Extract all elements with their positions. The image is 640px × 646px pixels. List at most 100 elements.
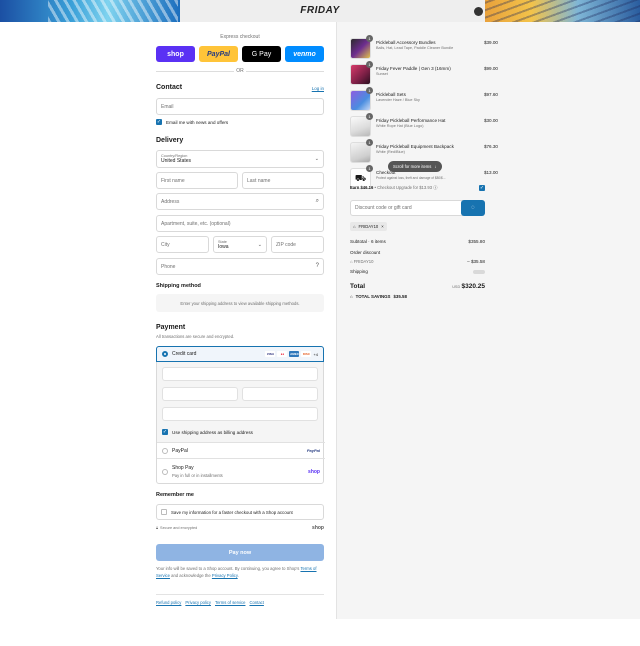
security-code-field[interactable] xyxy=(242,387,318,401)
terms-of-service-footer-link[interactable]: Terms of service xyxy=(215,600,245,605)
upgrade-checkbox[interactable]: ✓ xyxy=(479,185,485,191)
express-checkout-label: Express checkout xyxy=(220,34,260,40)
applied-code: FRIDAY10 xyxy=(353,259,374,264)
order-summary: 1 Pickleball Accessory Bundles Balls, Ha… xyxy=(336,22,640,619)
save-info-option[interactable]: Save my information for a faster checkou… xyxy=(156,504,324,520)
expiry-field[interactable] xyxy=(162,387,238,401)
total-row: Total USD $320.25 xyxy=(350,283,485,290)
shop-pay-radio[interactable] xyxy=(162,468,168,475)
shop-pay-button[interactable]: shop xyxy=(156,46,195,62)
shop-pay-label: Shop Pay xyxy=(172,465,194,471)
phone-field[interactable]: Phone ? xyxy=(156,258,324,275)
savings-value: $35.58 xyxy=(393,294,407,299)
order-discount-label: Order discount xyxy=(350,250,381,255)
save-info-label: Save my information for a faster checkou… xyxy=(171,509,293,515)
credit-card-radio[interactable] xyxy=(162,351,168,357)
first-name-placeholder: First name xyxy=(161,177,185,184)
item-name: Pickleball Accessory Bundles xyxy=(376,40,436,45)
news-checkbox[interactable]: ✓ xyxy=(156,119,162,125)
apply-discount-button[interactable]: ◌ xyxy=(461,200,485,216)
express-buttons: shop PayPal G Pay venmo xyxy=(156,46,324,62)
chevron-down-icon: ⌄ xyxy=(314,156,319,162)
shipping-note: Enter your shipping address to view avai… xyxy=(180,300,300,306)
item-price: $99.00 xyxy=(483,66,498,71)
paypal-button[interactable]: PayPal xyxy=(199,46,238,62)
shipping-label: Shipping xyxy=(350,269,368,274)
last-name-field[interactable]: Last name xyxy=(242,172,324,189)
discount-placeholder: Discount code or gift card xyxy=(355,205,412,211)
scroll-for-more-button[interactable]: Scroll for more items ↓ xyxy=(388,161,442,172)
shop-logo: shop xyxy=(312,525,324,531)
or-divider: OR xyxy=(156,68,324,75)
refund-policy-link[interactable]: Refund policy xyxy=(156,600,181,605)
paypal-radio[interactable] xyxy=(162,447,168,454)
item-variant: Sunset xyxy=(376,72,388,76)
save-info-checkbox[interactable] xyxy=(161,509,167,515)
earn-amount: Earn $46.16 xyxy=(350,185,374,190)
address-field[interactable]: Address ⌕ xyxy=(156,193,324,210)
pay-now-label: Pay now xyxy=(228,549,252,556)
currency-label: USD xyxy=(452,285,461,289)
line-item: 1 Friday Pickleball Performance Hat Whit… xyxy=(350,113,498,138)
city-placeholder: City xyxy=(161,241,170,248)
shop-logo: shop xyxy=(308,468,320,475)
item-variant: White Rope Hat (Blue Logo) xyxy=(376,124,424,128)
card-number-field[interactable] xyxy=(162,367,318,381)
privacy-policy-footer-link[interactable]: Privacy policy xyxy=(185,600,211,605)
city-field[interactable]: City xyxy=(156,236,209,253)
privacy-policy-link[interactable]: Privacy Policy xyxy=(212,573,238,578)
item-name: Friday Fever Paddle | Gen 3 (16mm) xyxy=(376,66,451,71)
quantity-badge: 1 xyxy=(366,139,373,146)
store-logo[interactable]: FRIDAY xyxy=(0,5,640,16)
shipping-row: Shipping xyxy=(350,269,485,274)
shop-pay-option[interactable]: Shop Pay Pay in full or in installments … xyxy=(157,458,325,484)
tag-icon: ⌂ xyxy=(350,259,353,264)
news-label: Email me with news and offers xyxy=(166,119,229,125)
help-icon[interactable]: ? xyxy=(316,263,319,269)
country-value: United States xyxy=(161,158,192,164)
country-select[interactable]: Country/Region United States ⌄ xyxy=(156,150,324,168)
footer-links: Refund policy Privacy policy Terms of se… xyxy=(156,600,324,605)
google-pay-button[interactable]: G Pay xyxy=(242,46,281,62)
secure-label: Secure and encrypted xyxy=(160,526,198,530)
contact-link[interactable]: Contact xyxy=(249,600,263,605)
zip-field[interactable]: ZIP code xyxy=(271,236,324,253)
credit-card-option[interactable]: Credit card VISA ●● AMEX DISC +4 xyxy=(156,346,324,362)
item-variant: Protect against loss, theft and damage o… xyxy=(376,176,446,180)
line-item: 1 Pickleball Accessory Bundles Balls, Ha… xyxy=(350,35,498,60)
line-item: 1 Friday Fever Paddle | Gen 3 (16mm) Sun… xyxy=(350,61,498,86)
item-price: $97.60 xyxy=(483,92,498,97)
store-header: FRIDAY xyxy=(0,0,640,22)
item-name: Friday Pickleball Performance Hat xyxy=(376,118,446,123)
name-on-card-field[interactable] xyxy=(162,407,318,421)
shipping-notice: Enter your shipping address to view avai… xyxy=(156,294,324,312)
cart-icon[interactable] xyxy=(474,7,483,16)
item-name: Friday Pickleball Equipment Backpack xyxy=(376,144,454,149)
payment-heading: Payment xyxy=(156,324,186,331)
subtotal-value: $355.80 xyxy=(468,239,485,244)
remove-discount-icon[interactable]: × xyxy=(381,224,383,229)
order-discount-row: Order discount xyxy=(350,250,485,255)
venmo-button[interactable]: venmo xyxy=(285,46,324,62)
email-field[interactable]: Email xyxy=(156,98,324,115)
first-name-field[interactable]: First name xyxy=(156,172,238,189)
apartment-field[interactable]: Apartment, suite, etc. (optional) xyxy=(156,215,324,232)
billing-checkbox[interactable]: ✓ xyxy=(162,429,168,435)
upgrade-label: • Checkout Upgrade for $13.93 xyxy=(374,185,433,190)
subtotal-label: Subtotal · 6 items xyxy=(350,239,386,244)
item-price: $13.00 xyxy=(483,170,498,175)
last-name-placeholder: Last name xyxy=(247,177,271,184)
paypal-option[interactable]: PayPal PayPal xyxy=(157,442,325,458)
card-logos: VISA ●● AMEX DISC +4 xyxy=(265,351,318,357)
login-link[interactable]: Log in xyxy=(312,86,324,91)
savings-label: TOTAL SAVINGS xyxy=(355,294,391,299)
discount-code-field[interactable]: Discount code or gift card xyxy=(350,200,465,216)
pay-now-button[interactable]: Pay now xyxy=(156,544,324,561)
item-variant: Lavender Haze / Blue Sky xyxy=(376,98,420,102)
line-item: 1 Pickleball Sets Lavender Haze / Blue S… xyxy=(350,87,498,112)
info-icon[interactable]: ⓘ xyxy=(433,185,437,190)
checkout-upgrade-row: Earn $46.16 • Checkout Upgrade for $13.9… xyxy=(350,185,485,191)
discount-tag-code: FRIDAY10 xyxy=(358,224,379,229)
phone-placeholder: Phone xyxy=(161,263,176,270)
state-select[interactable]: State Iowa ⌄ xyxy=(213,236,267,253)
